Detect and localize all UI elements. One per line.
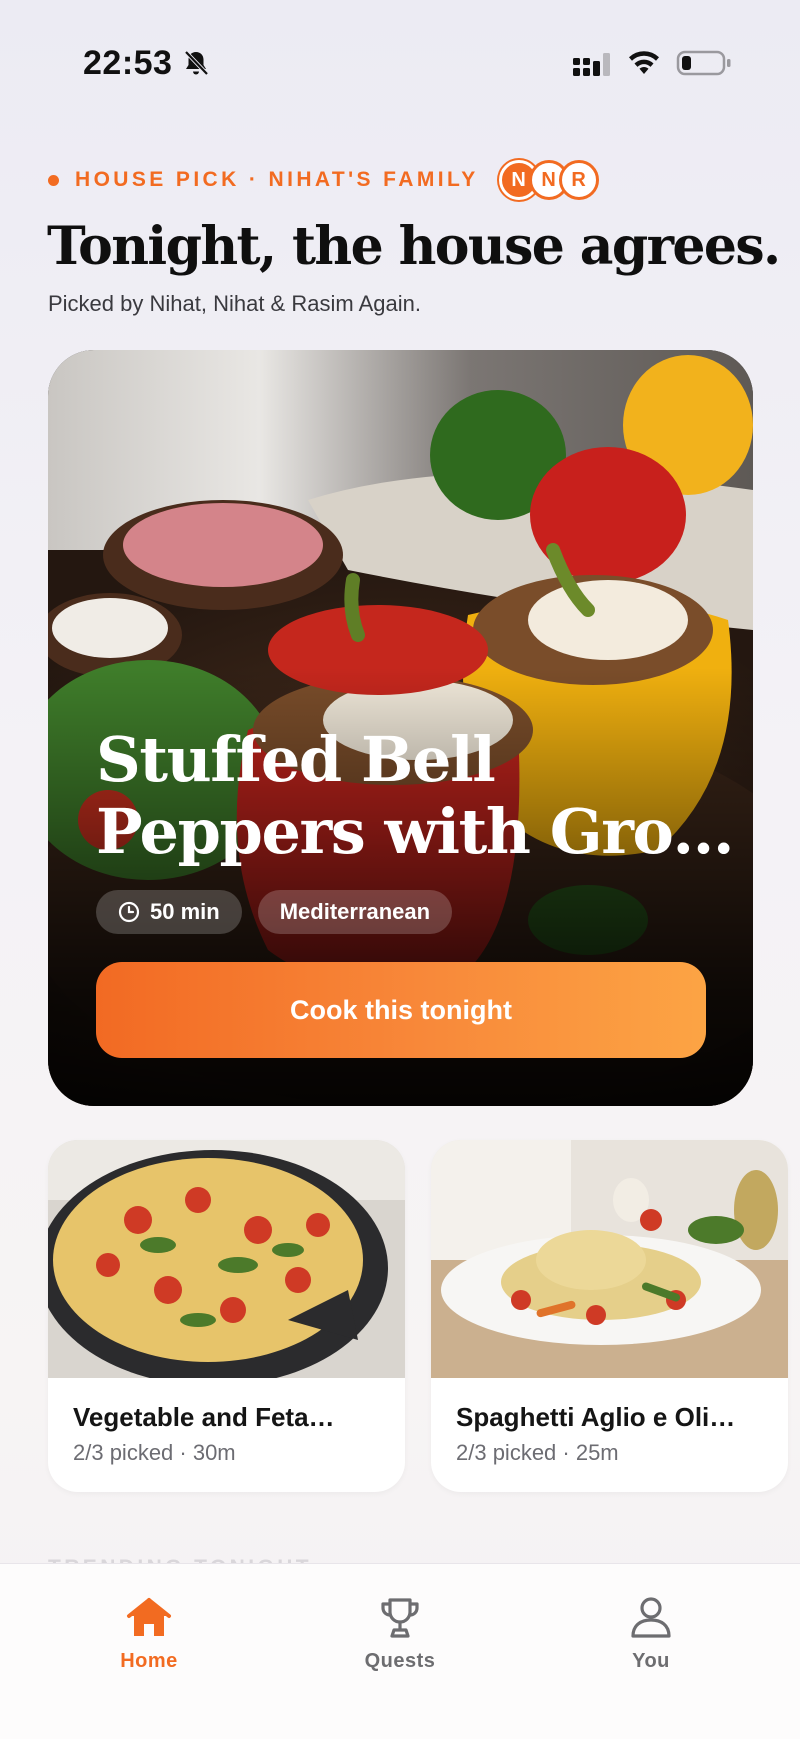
recipe-title: Vegetable and Feta…	[73, 1402, 335, 1432]
status-bar: 22:53	[0, 0, 800, 130]
hero-recipe-card[interactable]: Stuffed Bell Peppers with Gro… 50 min Me…	[48, 350, 753, 1106]
recipe-meta: 2/3 picked · 25m	[456, 1440, 619, 1465]
recipe-card-spaghetti[interactable]: Spaghetti Aglio e Oli… 2/3 picked · 25m	[431, 1140, 788, 1492]
clock-icon	[118, 901, 140, 923]
home-icon	[127, 1598, 171, 1636]
cook-time-label: 50 min	[150, 899, 220, 924]
cook-time-chip: 50 min	[96, 890, 242, 934]
picked-by-text: Picked by Nihat, Nihat & Rasim Again.	[48, 291, 421, 316]
cellular-signal-icon	[573, 53, 610, 76]
tab-label: You	[632, 1650, 670, 1672]
house-pick-row: HOUSE PICK · NIHAT'S FAMILY N N R	[48, 160, 599, 200]
tab-label: Home	[120, 1650, 178, 1672]
battery-icon	[676, 50, 731, 76]
tab-home[interactable]: Home	[79, 1594, 219, 1694]
tab-quests[interactable]: Quests	[330, 1594, 470, 1694]
tab-label: Quests	[364, 1650, 436, 1672]
frittata-photo	[48, 1140, 405, 1378]
cook-tonight-button[interactable]: Cook this tonight	[96, 962, 706, 1058]
status-time: 22:53	[83, 44, 173, 82]
hero-recipe-title: Stuffed Bell Peppers with Gro…	[96, 723, 735, 868]
bell-slash-icon	[184, 50, 209, 76]
member-avatars[interactable]: N N R	[498, 160, 599, 200]
recipe-card-frittata[interactable]: Vegetable and Feta… 2/3 picked · 30m	[48, 1140, 405, 1492]
cuisine-chip: Mediterranean	[257, 890, 453, 934]
recipe-meta: 2/3 picked · 30m	[73, 1440, 236, 1465]
spaghetti-photo	[431, 1140, 788, 1378]
person-icon	[631, 1597, 671, 1638]
page-headline: Tonight, the house agrees.	[47, 216, 781, 277]
live-dot	[48, 174, 59, 186]
avatar: R	[558, 160, 599, 200]
bottom-tab-bar: Home Quests You	[0, 1563, 800, 1739]
wifi-icon	[629, 51, 659, 74]
trophy-icon	[381, 1598, 419, 1638]
house-pick-label: HOUSE PICK · NIHAT'S FAMILY	[75, 168, 479, 191]
hero-chip-row: 50 min Mediterranean	[96, 890, 453, 934]
recipe-title: Spaghetti Aglio e Oli…	[456, 1402, 736, 1432]
tab-you[interactable]: You	[581, 1594, 721, 1694]
